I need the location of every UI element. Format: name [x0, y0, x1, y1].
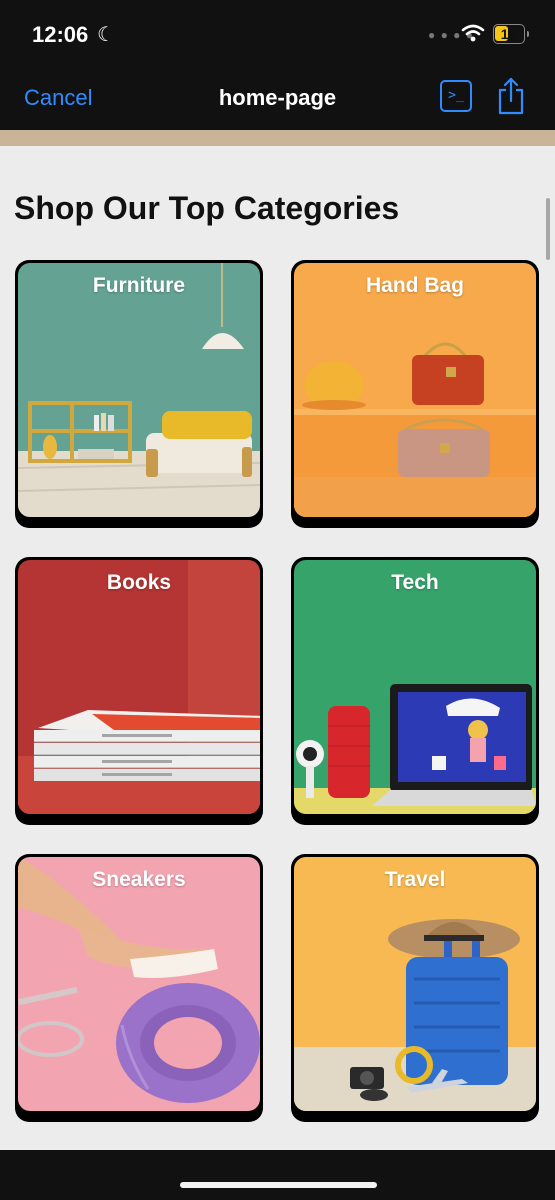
- tech-image: [294, 560, 536, 814]
- share-icon[interactable]: [496, 76, 526, 116]
- furniture-image: [18, 263, 260, 517]
- status-time: 12:06: [32, 22, 89, 47]
- wifi-icon: [461, 24, 485, 47]
- category-card-furniture[interactable]: Furniture: [15, 260, 263, 528]
- category-label: Furniture: [92, 274, 186, 297]
- category-label: Travel: [384, 868, 446, 891]
- travel-image: [294, 857, 536, 1111]
- hand-bag-image: [294, 263, 536, 517]
- category-card-tech[interactable]: Tech: [291, 557, 539, 825]
- category-card-hand-bag[interactable]: Hand Bag: [291, 260, 539, 528]
- category-card-travel[interactable]: Travel: [291, 854, 539, 1122]
- terminal-icon[interactable]: >_: [440, 80, 472, 112]
- sneakers-image: [18, 857, 260, 1111]
- moon-icon: ☾: [97, 24, 115, 46]
- books-image: [18, 560, 260, 814]
- status-bar: 12:06 ☾ ● ● ● ● 18: [0, 0, 555, 70]
- battery-level: 18: [500, 26, 517, 42]
- home-indicator-area: [0, 1150, 555, 1200]
- section-heading: Shop Our Top Categories: [14, 190, 400, 226]
- home-indicator[interactable]: [180, 1182, 377, 1188]
- cancel-button[interactable]: Cancel: [24, 85, 92, 111]
- category-label: Sneakers: [92, 868, 186, 891]
- nav-bar: Cancel home-page >_: [0, 70, 555, 130]
- category-label: Hand Bag: [365, 274, 464, 297]
- main-content[interactable]: Shop Our Top Categories Furniture Hand B…: [0, 146, 555, 1150]
- category-label: Tech: [391, 571, 439, 594]
- category-card-books[interactable]: Books: [15, 557, 263, 825]
- category-card-sneakers[interactable]: Sneakers: [15, 854, 263, 1122]
- category-label: Books: [106, 571, 172, 594]
- header-divider: [0, 130, 555, 146]
- battery-icon: 18: [493, 24, 529, 44]
- scrollbar[interactable]: [546, 198, 550, 260]
